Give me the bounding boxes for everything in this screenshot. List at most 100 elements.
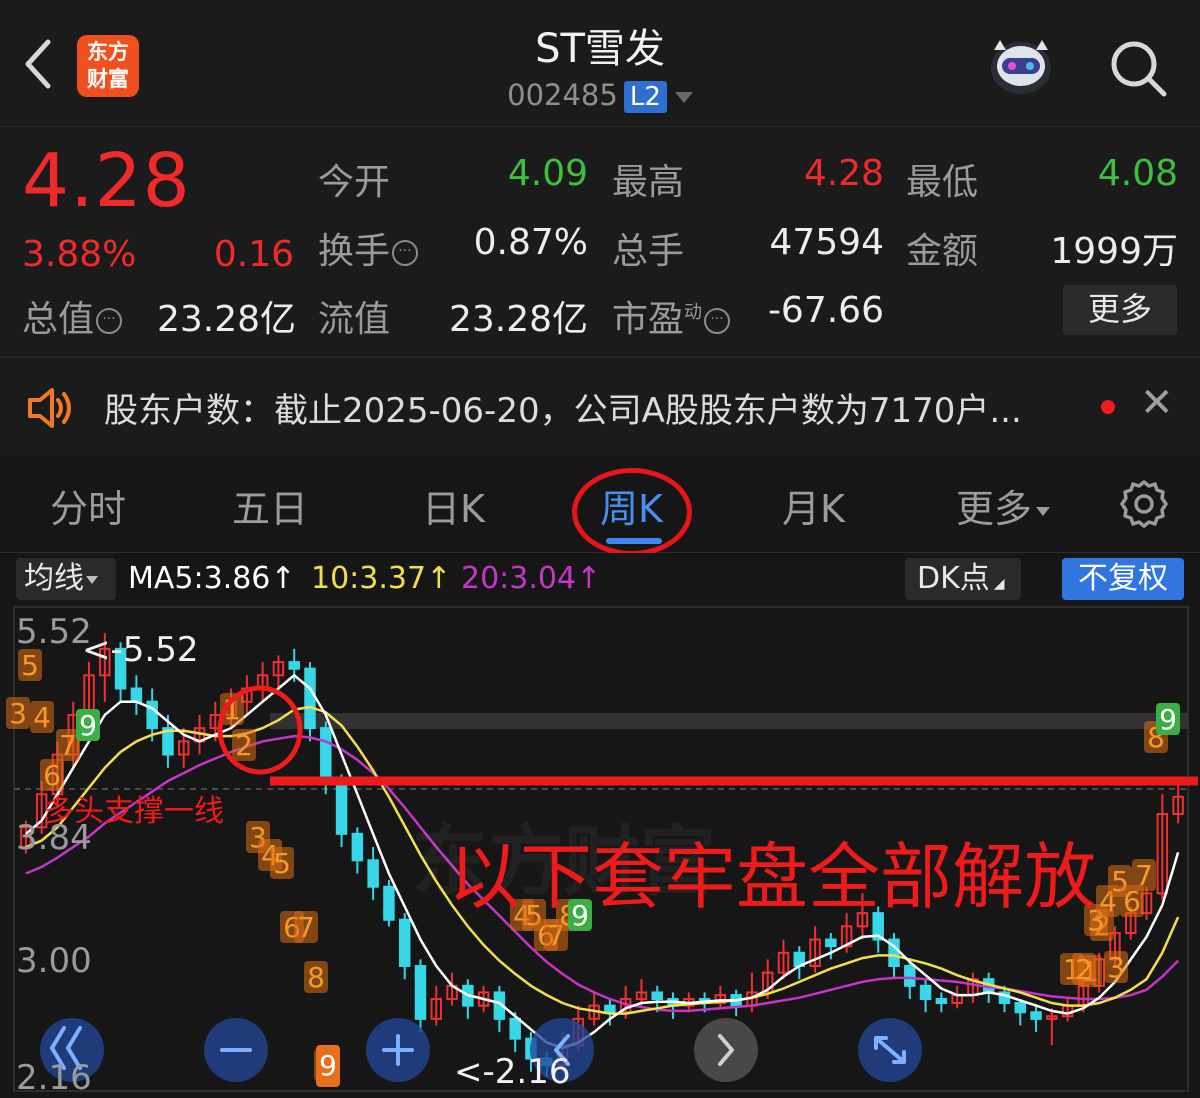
- td-count-label: 3: [9, 697, 27, 730]
- dropdown-caret-icon: [1036, 507, 1051, 516]
- pe-value: -67.66: [767, 290, 884, 331]
- high-marker: <-5.52: [82, 630, 199, 670]
- pe-label[interactable]: 市盈动 ···: [612, 290, 731, 342]
- ma5-value: MA5:3.86: [128, 561, 271, 596]
- more-info-icon: ···: [392, 240, 419, 266]
- ma20-value: 20:3.04: [461, 561, 577, 596]
- speaker-icon: [26, 386, 76, 430]
- float-label: 流值: [318, 299, 391, 340]
- unread-dot: [1101, 400, 1115, 414]
- right-icon[interactable]: [694, 1018, 758, 1082]
- candle-body: [414, 965, 427, 1020]
- dk-points-button[interactable]: DK点 ◢: [905, 558, 1021, 600]
- ma5-text: MA5:3.86↑: [128, 561, 296, 596]
- candle-body: [651, 991, 663, 1001]
- ma20-text: 20:3.04↑: [461, 561, 601, 596]
- y-tick-label: 3.00: [16, 941, 92, 981]
- td-count-label: 2: [1075, 953, 1093, 986]
- up-arrow-icon: ↑: [270, 561, 296, 596]
- last-price: 4.28: [22, 138, 191, 224]
- y-tick-label: 5.52: [16, 612, 92, 652]
- more-quote-button[interactable]: 更多: [1063, 285, 1177, 335]
- float-value: 23.28亿: [448, 299, 588, 340]
- close-icon[interactable]: ✕: [1140, 380, 1174, 426]
- candle-body: [367, 859, 379, 888]
- td-count-label: 8: [307, 961, 325, 994]
- candle-body: [351, 832, 364, 862]
- stock-code: 002485: [507, 78, 618, 112]
- zoom-out-icon[interactable]: [204, 1018, 268, 1082]
- notice-text[interactable]: 股东户数：截止2025-06-20，公司A股股东户数为7170户...: [104, 383, 1022, 432]
- level2-badge: L2: [623, 81, 667, 113]
- dropdown-caret-icon: [86, 575, 98, 584]
- change-value: 0.16: [213, 234, 294, 275]
- up-arrow-icon: ↑: [576, 561, 602, 596]
- dk-label: DK点: [917, 561, 990, 596]
- tab-intraday[interactable]: 分时: [50, 478, 126, 533]
- td-count-label: 4: [33, 701, 51, 734]
- headline-annotation: 以下套牢盘全部解放: [448, 835, 1097, 919]
- open-value: 4.09: [507, 153, 588, 194]
- tab-more[interactable]: 更多: [956, 478, 1051, 533]
- adjust-button[interactable]: 不复权: [1062, 558, 1184, 600]
- candle-body: [304, 667, 316, 730]
- mktcap-value: 23.28亿: [156, 299, 296, 340]
- highlight-circle: [572, 468, 692, 556]
- fullscreen-icon[interactable]: [858, 1018, 922, 1082]
- candle-body: [130, 687, 143, 703]
- td-count-label: 7: [1135, 859, 1153, 892]
- candle-body: [335, 780, 348, 835]
- tab-more-label: 更多: [956, 487, 1033, 531]
- candle-body: [320, 727, 332, 783]
- candle-body: [1030, 1011, 1042, 1020]
- ma10-text: 10:3.37↑: [311, 561, 451, 596]
- candle-body: [509, 1017, 521, 1040]
- candle-body: [1014, 1002, 1027, 1014]
- tab-monthly[interactable]: 月K: [782, 478, 845, 533]
- td-count-label: 7: [297, 911, 315, 944]
- turnover-label-text: 换手: [318, 231, 391, 272]
- ma-select[interactable]: 均线: [16, 558, 116, 600]
- candle-body: [935, 998, 948, 1004]
- up-arrow-icon: ↑: [426, 561, 452, 596]
- volume-label: 总手: [612, 231, 685, 272]
- resistance-band: [270, 713, 1188, 729]
- low-label: 最低: [906, 162, 979, 203]
- more-info-icon: ···: [96, 308, 123, 334]
- volume-value: 47594: [769, 222, 884, 263]
- search-icon[interactable]: [1108, 38, 1168, 98]
- amount-label: 金额: [906, 231, 979, 272]
- turnover-label[interactable]: 换手 ···: [318, 222, 419, 274]
- td-count-label: 9: [319, 1049, 337, 1082]
- candle-body: [825, 938, 837, 948]
- high-label: 最高: [612, 162, 685, 203]
- y-tick-label: 2.16: [16, 1058, 92, 1098]
- turnover-value: 0.87%: [473, 222, 588, 263]
- ma-select-label: 均线: [24, 561, 84, 596]
- mktcap-label[interactable]: 总值 ···: [22, 290, 123, 342]
- tab-daily[interactable]: 日K: [422, 478, 485, 533]
- td-count-label: 2: [235, 729, 253, 762]
- candle-body: [904, 965, 916, 987]
- td-count-label: 3: [1107, 951, 1125, 984]
- pe-dynamic-mark: 动: [684, 302, 703, 323]
- candle-body: [288, 661, 300, 670]
- mktcap-label-text: 总值: [22, 299, 95, 340]
- robot-avatar-icon[interactable]: [984, 32, 1058, 100]
- corner-triangle-icon: ◢: [993, 576, 1005, 592]
- gear-icon[interactable]: [1118, 478, 1170, 530]
- tab-five-day[interactable]: 五日: [232, 478, 308, 533]
- open-label: 今开: [318, 162, 391, 203]
- change-percent: 3.88%: [22, 234, 137, 275]
- zoom-in-icon[interactable]: [366, 1018, 430, 1082]
- more-info-icon: ···: [704, 308, 731, 334]
- td-count-label: 9: [79, 709, 97, 742]
- low-marker: <-2.16: [454, 1052, 571, 1092]
- high-value: 4.28: [803, 153, 884, 194]
- amount-value: 1999万: [1050, 231, 1178, 272]
- td-count-label: 5: [273, 847, 291, 880]
- pe-label-text: 市盈: [612, 299, 685, 340]
- dropdown-caret-icon: [674, 91, 693, 103]
- td-count-label: 7: [59, 729, 77, 762]
- candle-body: [919, 984, 932, 1001]
